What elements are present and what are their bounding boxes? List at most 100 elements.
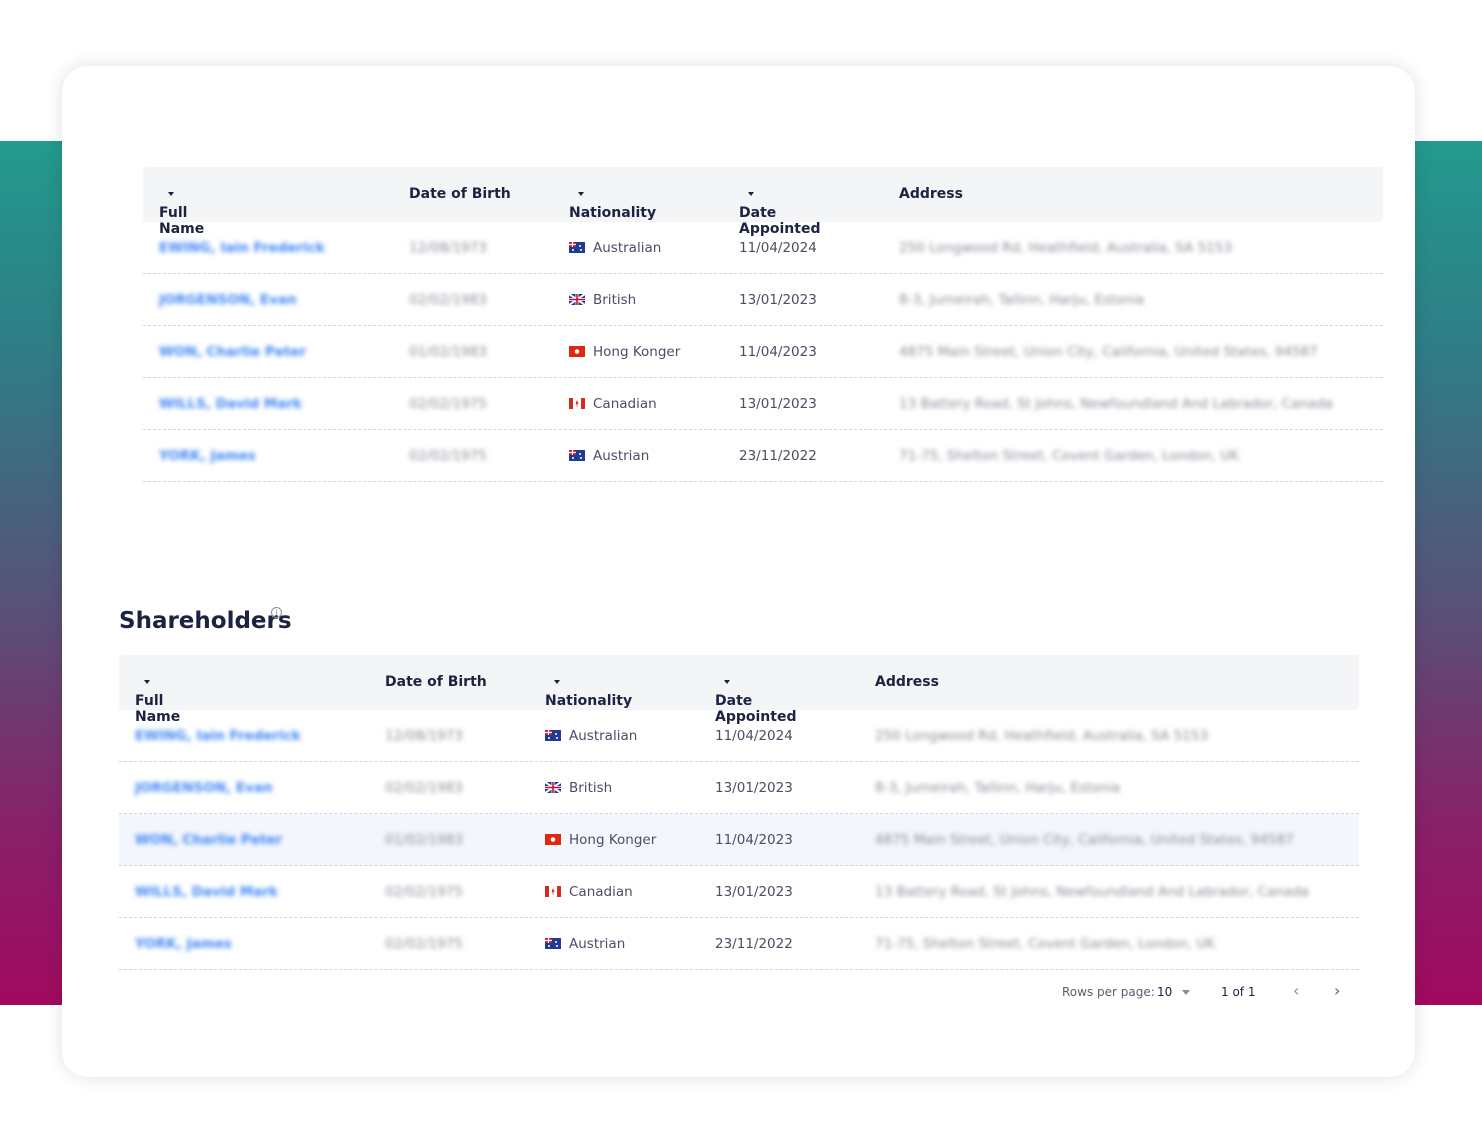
table-header: Full Name Date of Birth Nationality Date Ap… (119, 655, 1359, 725)
table-row[interactable]: EWING, Iain Frederick 12/08/1973 Australia… (119, 710, 1359, 762)
nationality-text: Hong Konger (569, 832, 657, 848)
nationality-cell: Australian (545, 728, 637, 744)
name-link[interactable]: WILLS, David Mark (159, 396, 302, 412)
nationality-cell: Hong Konger (545, 832, 656, 848)
officers-table: Full Name Date of Birth Nationality Date Ap… (143, 167, 1383, 482)
page-info: 1 of 1 (1221, 985, 1256, 999)
info-icon[interactable]: i (271, 607, 282, 618)
table-row[interactable]: YORK, James 02/02/1975 Austrian 23/11/2022 7… (119, 918, 1359, 970)
dob-cell: 02/02/1975 (385, 936, 463, 952)
table-row[interactable]: JORGENSON, Evan 02/02/1983 British 13/01/20… (119, 762, 1359, 814)
nationality-text: Hong Konger (593, 344, 681, 360)
sort-caret-icon (578, 192, 584, 196)
table-row[interactable]: YORK, James 02/02/1975 Austrian 23/11/2022 7… (143, 430, 1383, 482)
sort-caret-icon (748, 192, 754, 196)
col-label: Nationality (569, 205, 657, 221)
name-link[interactable]: WILLS, David Mark (135, 884, 278, 900)
table-row[interactable]: WON, Charlie Peter 01/02/1983 Hong Konger 1… (143, 326, 1383, 378)
nationality-text: British (569, 780, 613, 796)
nationality-cell: Canadian (569, 396, 657, 412)
shareholders-title: Shareholders (119, 608, 292, 634)
address-cell: 8-3, Jumeirah, Tallinn, Harju, Estonia (899, 292, 1145, 308)
dob-cell: 02/02/1983 (385, 780, 463, 796)
nationality-text: Austrian (593, 448, 650, 464)
ca-flag-icon (569, 396, 593, 412)
hk-flag-icon (569, 344, 593, 360)
dob-cell: 02/02/1975 (409, 396, 487, 412)
dob-cell: 02/02/1983 (409, 292, 487, 308)
name-link[interactable]: JORGENSON, Evan (135, 780, 273, 796)
table-row[interactable]: WILLS, David Mark 02/02/1975 Canadian 13/01… (143, 378, 1383, 430)
address-cell: 250 Longwood Rd, Heathfield, Australia, … (875, 728, 1208, 744)
table-row[interactable]: JORGENSON, Evan 02/02/1983 British 13/01/20… (143, 274, 1383, 326)
table-row[interactable]: EWING, Iain Frederick 12/08/1973 Australia… (143, 222, 1383, 274)
au-flag-icon (545, 936, 569, 952)
dob-cell: 01/02/1983 (385, 832, 463, 848)
table-row[interactable]: WILLS, David Mark 02/02/1975 Canadian 13/01… (119, 866, 1359, 918)
nationality-text: Canadian (569, 884, 633, 900)
dob-cell: 12/08/1973 (409, 240, 487, 256)
date-appointed-cell: 23/11/2022 (739, 448, 817, 464)
address-cell: 8-3, Jumeirah, Tallinn, Harju, Estonia (875, 780, 1121, 796)
col-address: Address (875, 674, 939, 690)
col-date-appointed[interactable]: Date Appointed (715, 674, 796, 725)
name-link[interactable]: YORK, James (159, 448, 256, 464)
name-link[interactable]: EWING, Iain Frederick (135, 728, 301, 744)
col-dob: Date of Birth (409, 186, 511, 202)
dropdown-caret-icon (1182, 990, 1191, 995)
date-appointed-cell: 13/01/2023 (715, 884, 793, 900)
date-appointed-cell: 11/04/2023 (715, 832, 793, 848)
gb-flag-icon (569, 292, 593, 308)
sort-caret-icon (554, 680, 560, 684)
prev-page-button[interactable]: ‹ (1293, 981, 1299, 1000)
address-cell: 250 Longwood Rd, Heathfield, Australia, … (899, 240, 1232, 256)
rows-per-page-value: 10 (1157, 985, 1173, 999)
address-cell: 4875 Main Street, Union City, California… (875, 832, 1294, 848)
date-appointed-cell: 13/01/2023 (739, 292, 817, 308)
au-flag-icon (569, 240, 593, 256)
date-appointed-cell: 23/11/2022 (715, 936, 793, 952)
col-dob: Date of Birth (385, 674, 487, 690)
nationality-text: Australian (569, 728, 638, 744)
date-appointed-cell: 11/04/2024 (715, 728, 793, 744)
nationality-cell: Hong Konger (569, 344, 680, 360)
rows-per-page-select[interactable]: 10 (1157, 985, 1191, 999)
sort-caret-icon (168, 192, 174, 196)
col-nationality[interactable]: Nationality (545, 674, 632, 709)
shareholders-table: Full Name Date of Birth Nationality Date Ap… (119, 655, 1359, 970)
nationality-text: Canadian (593, 396, 657, 412)
col-nationality[interactable]: Nationality (569, 186, 656, 221)
date-appointed-cell: 11/04/2024 (739, 240, 817, 256)
gb-flag-icon (545, 780, 569, 796)
col-date-appointed[interactable]: Date Appointed (739, 186, 820, 237)
col-address: Address (899, 186, 963, 202)
au-flag-icon (569, 448, 593, 464)
dob-cell: 01/02/1983 (409, 344, 487, 360)
nationality-text: Australian (593, 240, 662, 256)
dob-cell: 02/02/1975 (409, 448, 487, 464)
col-full-name[interactable]: Full Name (135, 674, 180, 725)
nationality-cell: Austrian (569, 448, 649, 464)
name-link[interactable]: WON, Charlie Peter (159, 344, 306, 360)
name-link[interactable]: YORK, James (135, 936, 232, 952)
sort-caret-icon (724, 680, 730, 684)
address-cell: 13 Battery Road, St Johns, Newfoundland … (899, 396, 1334, 412)
nationality-cell: Canadian (545, 884, 633, 900)
nationality-text: Austrian (569, 936, 626, 952)
name-link[interactable]: EWING, Iain Frederick (159, 240, 325, 256)
table-row[interactable]: WON, Charlie Peter 01/02/1983 Hong Konger 1… (119, 814, 1359, 866)
date-appointed-cell: 13/01/2023 (739, 396, 817, 412)
nationality-cell: Austrian (545, 936, 625, 952)
nationality-cell: Australian (569, 240, 661, 256)
name-link[interactable]: JORGENSON, Evan (159, 292, 297, 308)
address-cell: 71-75, Shelton Street, Covent Garden, Lo… (875, 936, 1215, 952)
col-label: Nationality (545, 693, 633, 709)
col-full-name[interactable]: Full Name (159, 186, 204, 237)
table-header: Full Name Date of Birth Nationality Date Ap… (143, 167, 1383, 237)
rows-per-page-label: Rows per page: (1062, 985, 1155, 999)
au-flag-icon (545, 728, 569, 744)
sort-caret-icon (144, 680, 150, 684)
next-page-button[interactable]: › (1334, 981, 1340, 1000)
address-cell: 4875 Main Street, Union City, California… (899, 344, 1318, 360)
name-link[interactable]: WON, Charlie Peter (135, 832, 282, 848)
